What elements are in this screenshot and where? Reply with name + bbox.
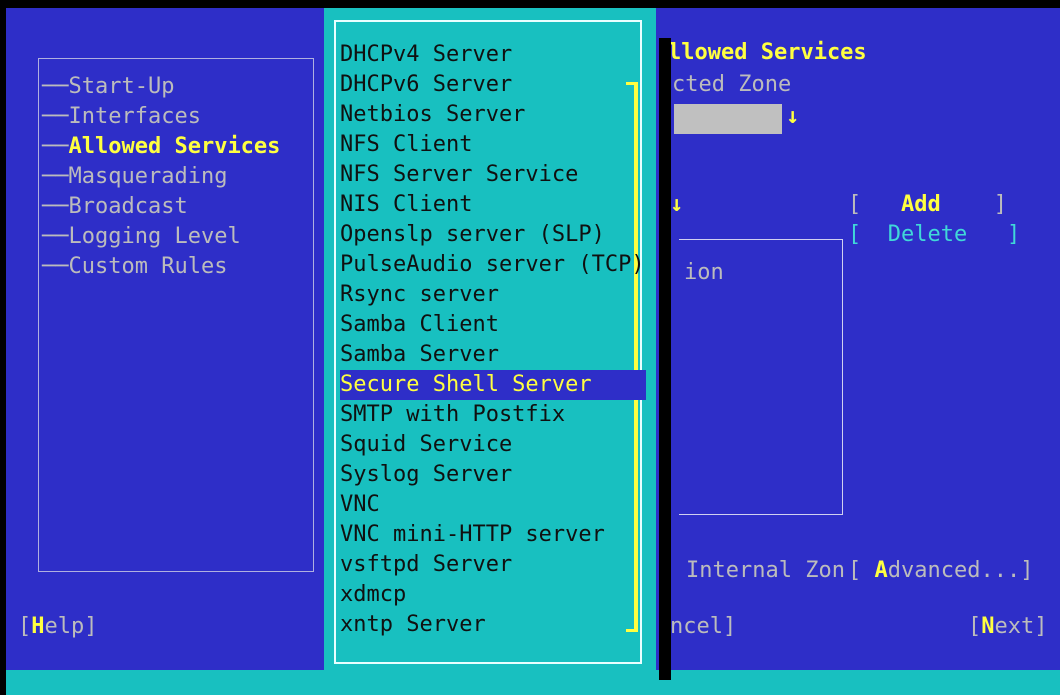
service-option[interactable]: NFS Client <box>340 130 472 160</box>
service-dropdown-arrow-icon[interactable]: ↓ <box>670 190 683 220</box>
delete-button-label: Delete <box>887 222 968 247</box>
nav-item-label: Broadcast <box>68 194 188 219</box>
service-option[interactable]: NFS Server Service <box>340 160 578 190</box>
tree-line: ── <box>42 74 69 99</box>
service-option[interactable]: Openslp server (SLP) <box>340 220 605 250</box>
service-option[interactable]: DHCPv6 Server <box>340 70 512 100</box>
service-option[interactable]: VNC <box>340 490 380 520</box>
nav-item-allowed-services[interactable]: ──Allowed Services <box>42 132 280 162</box>
nav-item-label: Logging Level <box>68 224 241 249</box>
status-bar <box>6 670 1060 695</box>
service-option[interactable]: NIS Client <box>340 190 472 220</box>
internal-zone-text: Internal Zon <box>686 558 845 583</box>
service-option[interactable]: xntp Server <box>340 610 486 640</box>
service-option[interactable]: PulseAudio server (TCP) <box>340 250 645 280</box>
help-button[interactable]: [Help] <box>18 612 97 642</box>
service-option[interactable]: Samba Client <box>340 310 499 340</box>
nav-item-label: Masquerading <box>68 164 228 189</box>
service-option[interactable]: Squid Service <box>340 430 512 460</box>
delete-button[interactable]: [ Delete ] <box>848 220 1020 250</box>
nav-item-label: Interfaces <box>68 104 201 129</box>
nav-item-label: Allowed Services <box>68 134 281 159</box>
tree-line: ── <box>42 194 69 219</box>
service-option[interactable]: Syslog Server <box>340 460 512 490</box>
add-button[interactable]: [ Add ] <box>848 190 1007 220</box>
zone-label: cted Zone <box>672 72 792 97</box>
service-option-selected[interactable]: Secure Shell Server <box>340 370 646 400</box>
tree-line: ── <box>42 254 69 279</box>
table-header: ion <box>684 260 724 285</box>
service-option[interactable]: Netbios Server <box>340 100 525 130</box>
scrollbar-top-tick <box>626 82 638 85</box>
popup-shadow <box>659 38 671 680</box>
nav-item-masquerading[interactable]: ──Masquerading <box>42 162 227 192</box>
service-option[interactable]: Rsync server <box>340 280 499 310</box>
advanced-button-label: Advanced... <box>874 558 1021 583</box>
section-title: llowed Services <box>668 40 867 65</box>
scrollbar-bottom-tick <box>626 629 638 632</box>
popup-scrollbar[interactable] <box>634 82 638 632</box>
service-option[interactable]: xdmcp <box>340 580 406 610</box>
service-option[interactable]: SMTP with Postfix <box>340 400 565 430</box>
service-option[interactable]: DHCPv4 Server <box>340 40 512 70</box>
service-option[interactable]: Samba Server <box>340 340 499 370</box>
tree-line: ── <box>42 224 69 249</box>
nav-item-interfaces[interactable]: ──Interfaces <box>42 102 201 132</box>
nav-item-label: Custom Rules <box>68 254 228 279</box>
tree-line: ── <box>42 164 69 189</box>
service-option[interactable]: vsftpd Server <box>340 550 512 580</box>
nav-item-label: Start-Up <box>68 74 175 99</box>
combo-down-icon[interactable]: ↓ <box>786 102 799 132</box>
nav-item-logging-level[interactable]: ──Logging Level <box>42 222 241 252</box>
cancel-button[interactable]: ncel] <box>670 612 736 642</box>
terminal-screen: ──Start-Up ──Interfaces ──Allowed Servic… <box>6 8 1060 695</box>
add-button-label: Add <box>900 192 941 217</box>
nav-item-custom-rules[interactable]: ──Custom Rules <box>42 252 227 282</box>
nav-item-broadcast[interactable]: ──Broadcast <box>42 192 188 222</box>
next-button[interactable]: [Next] <box>968 612 1047 642</box>
tree-line: ── <box>42 134 69 159</box>
service-option[interactable]: VNC mini-HTTP server <box>340 520 605 550</box>
tree-line: ── <box>42 104 69 129</box>
zone-combobox[interactable] <box>674 104 782 134</box>
nav-item-start-up[interactable]: ──Start-Up <box>42 72 174 102</box>
advanced-button[interactable]: [ Advanced...] <box>848 556 1033 586</box>
